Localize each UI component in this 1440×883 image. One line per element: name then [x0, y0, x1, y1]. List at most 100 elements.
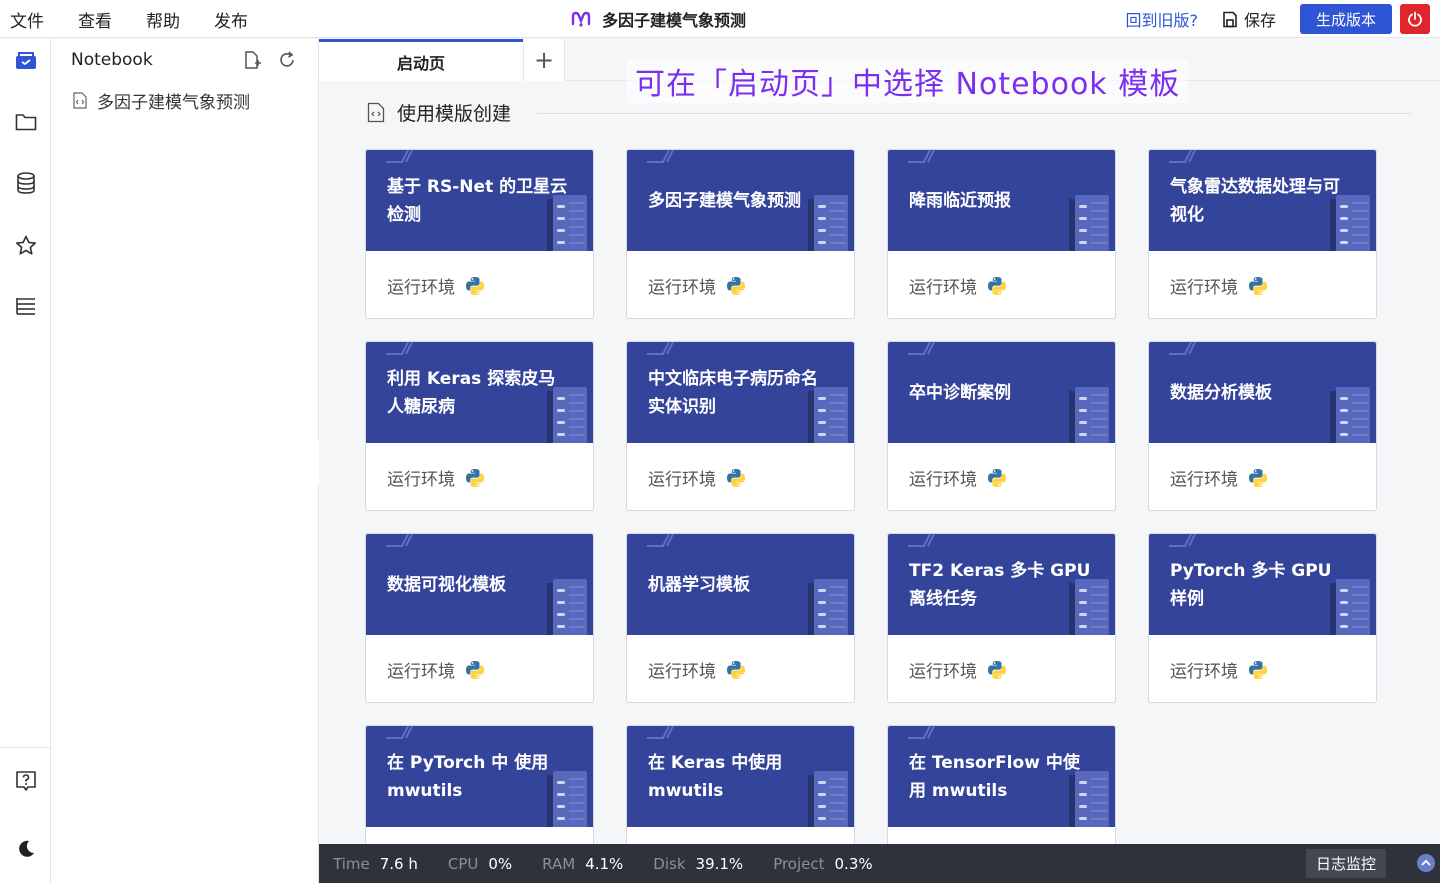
file-panel: Notebook 多因子建模气象预测 [51, 39, 319, 883]
card-title: 多因子建模气象预测 [648, 190, 801, 211]
card-title: 利用 Keras 探索皮马人糖尿病 [387, 368, 556, 417]
python-icon [988, 468, 1006, 487]
card-footer: 运行环境 [366, 827, 593, 844]
database-icon [16, 172, 35, 194]
file-panel-title: Notebook [71, 50, 153, 70]
add-tab-button[interactable]: + [523, 39, 565, 81]
runtime-env-label: 运行环境 [648, 278, 716, 298]
title-area: 多因子建模气象预测 [570, 0, 746, 38]
help-nav-button[interactable] [0, 761, 51, 801]
moon-icon [18, 840, 34, 857]
status-time: Time 7.6 h [333, 855, 418, 873]
card-header: 多因子建模气象预测 [627, 150, 854, 251]
python-icon [988, 276, 1006, 295]
card-header: 降雨临近预报 [888, 150, 1115, 251]
template-card[interactable]: 数据分析模板 运行环境 [1148, 341, 1377, 511]
theme-toggle-button[interactable] [0, 829, 51, 869]
card-header: 基于 RS-Net 的卫星云检测 [366, 150, 593, 251]
refresh-icon[interactable] [277, 50, 297, 70]
main-area: 启动页 + 可在「启动页」中选择 Notebook 模板 使用模版创建 基于 R… [319, 39, 1440, 844]
menu-publish[interactable]: 发布 [214, 7, 248, 32]
status-disk: Disk 39.1% [653, 855, 743, 873]
template-card[interactable]: 气象雷达数据处理与可视化运行环境 [1148, 149, 1377, 319]
card-title: 中文临床电子病历命名实体识别 [648, 368, 818, 417]
card-footer: 运行环境 [366, 443, 593, 510]
menu-help[interactable]: 帮助 [146, 7, 180, 32]
section-title: 使用模版创建 [397, 103, 512, 125]
file-item[interactable]: 多因子建模气象预测 [51, 81, 318, 119]
back-to-old-version-link[interactable]: 回到旧版? [1125, 7, 1198, 31]
shutdown-button[interactable] [1400, 4, 1430, 34]
card-footer: 运行环境 [888, 635, 1115, 702]
menu-view[interactable]: 查看 [78, 7, 112, 32]
runtime-env-label: 运行环境 [1170, 662, 1238, 682]
card-header: 气象雷达数据处理与可视化 [1149, 150, 1376, 251]
template-card[interactable]: 多因子建模气象预测 运行环境 [626, 149, 855, 319]
chevron-up-icon [1421, 859, 1431, 866]
menu-file[interactable]: 文件 [10, 7, 44, 32]
template-card[interactable]: 利用 Keras 探索皮马人糖尿病运行环境 [365, 341, 594, 511]
card-header: 中文临床电子病历命名实体识别 [627, 342, 854, 443]
card-footer: 运行环境 [366, 251, 593, 318]
notebook-icon [15, 52, 36, 69]
save-label: 保存 [1243, 11, 1276, 30]
log-monitor-button[interactable]: 日志监控 [1306, 849, 1387, 878]
template-card[interactable]: 卒中诊断案例 运行环境 [887, 341, 1116, 511]
runtime-env-label: 运行环境 [1170, 278, 1238, 298]
python-icon [727, 276, 745, 295]
template-card[interactable]: 降雨临近预报 运行环境 [887, 149, 1116, 319]
template-card[interactable]: 数据可视化模板 运行环境 [365, 533, 594, 703]
star-icon [15, 235, 36, 255]
card-title: 基于 RS-Net 的卫星云检测 [387, 176, 568, 225]
folder-icon [15, 114, 36, 131]
card-footer: 运行环境 [366, 635, 593, 702]
python-icon [466, 276, 484, 295]
template-card[interactable]: 基于 RS-Net 的卫星云检测运行环境 [365, 149, 594, 319]
runtime-env-label: 运行环境 [909, 470, 977, 490]
card-title: 在 Keras 中使用 mwutils [648, 752, 783, 801]
python-icon [466, 468, 484, 487]
notebook-file-icon [73, 91, 87, 109]
status-disk-value: 39.1% [695, 854, 744, 873]
generate-version-button[interactable]: 生成版本 [1299, 4, 1392, 34]
python-icon [1249, 660, 1267, 679]
files-nav-button[interactable] [0, 102, 51, 142]
template-card[interactable]: 在 Keras 中使用 mwutils 运行环境 [626, 725, 855, 844]
card-header: 机器学习模板 [627, 534, 854, 635]
status-ram-key: RAM [542, 854, 576, 873]
section-header: 使用模版创建 [367, 99, 511, 126]
top-bar: 文件 查看 帮助 发布 多因子建模气象预测 回到旧版? 保存 生成版本 [0, 0, 1440, 38]
template-card[interactable]: 在 PyTorch 中 使用 mwutils 运行环境 [365, 725, 594, 844]
card-header: 在 PyTorch 中 使用 mwutils [366, 726, 593, 827]
file-item-label: 多因子建模气象预测 [97, 92, 250, 113]
python-icon [1249, 468, 1267, 487]
template-card[interactable]: 中文临床电子病历命名实体识别运行环境 [626, 341, 855, 511]
notebook-nav-button[interactable] [0, 41, 51, 81]
save-button[interactable]: 保存 [1222, 7, 1276, 31]
help-icon [15, 771, 36, 791]
template-card[interactable]: 在 TensorFlow 中使用 mwutils 运行环境 [887, 725, 1116, 844]
outline-nav-button[interactable] [0, 286, 51, 326]
card-title: 卒中诊断案例 [909, 382, 1011, 403]
runtime-env-label: 运行环境 [648, 470, 716, 490]
python-icon [727, 660, 745, 679]
card-title: 在 PyTorch 中 使用 mwutils [387, 752, 549, 801]
card-header: 数据分析模板 [1149, 342, 1376, 443]
new-file-icon[interactable] [242, 50, 262, 70]
template-card[interactable]: PyTorch 多卡 GPU 样例 运行环境 [1148, 533, 1377, 703]
scroll-up-button[interactable] [1417, 854, 1435, 872]
favorites-nav-button[interactable] [0, 225, 51, 265]
card-header: 卒中诊断案例 [888, 342, 1115, 443]
template-card[interactable]: 机器学习模板 运行环境 [626, 533, 855, 703]
power-icon [1408, 11, 1422, 27]
card-footer: 运行环境 [888, 251, 1115, 318]
card-title: 数据可视化模板 [387, 574, 506, 595]
card-footer: 运行环境 [627, 635, 854, 702]
template-card[interactable]: TF2 Keras 多卡 GPU 离线任务 运行环境 [887, 533, 1116, 703]
datasets-nav-button[interactable] [0, 163, 51, 203]
card-header: 利用 Keras 探索皮马人糖尿病 [366, 342, 593, 443]
tab-launcher[interactable]: 启动页 [319, 39, 523, 81]
runtime-env-label: 运行环境 [387, 662, 455, 682]
status-time-value: 7.6 h [379, 854, 418, 873]
header-actions: 回到旧版? 保存 生成版本 [1125, 3, 1430, 35]
